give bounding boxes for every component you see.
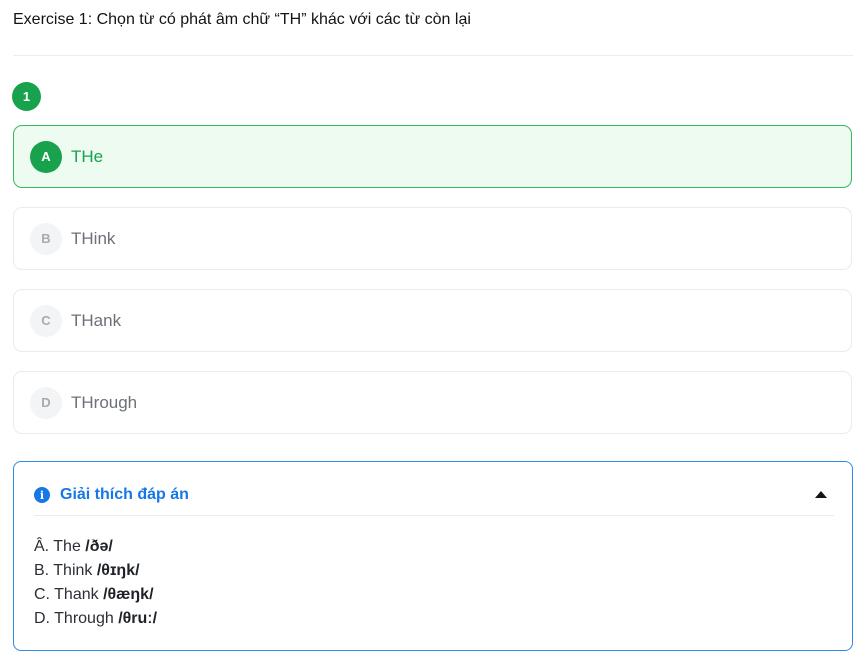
word-label: D. Through [34, 610, 119, 627]
explanation-line-d: D. Through /θruː/ [34, 607, 157, 631]
exercise-title: Exercise 1: Chọn từ có phát âm chữ “TH” … [13, 11, 471, 28]
header-divider [13, 55, 853, 56]
question-number-badge: 1 [12, 82, 41, 111]
explanation-divider [34, 515, 834, 516]
info-icon: i [34, 487, 50, 503]
option-text: THank [71, 310, 122, 330]
explanation-panel: i Giải thích đáp án Â. The /ðə/ B. Think… [13, 461, 853, 651]
option-letter: B [30, 222, 62, 255]
explanation-body: Â. The /ðə/ B. Think /θɪŋk/ C. Thank /θæ… [34, 535, 157, 631]
option-d[interactable]: D THrough [13, 371, 852, 434]
word-label: B. Think [34, 562, 97, 579]
explanation-title: Giải thích đáp án [60, 486, 189, 503]
option-letter: A [30, 140, 62, 173]
option-text: THe [71, 146, 104, 166]
option-c[interactable]: C THank [13, 289, 852, 352]
word-label: C. Thank [34, 586, 104, 603]
option-a[interactable]: A THe [13, 125, 852, 188]
option-b[interactable]: B THink [13, 207, 852, 270]
ipa-transcription: /ðə/ [85, 538, 113, 555]
explanation-line-a: Â. The /ðə/ [34, 535, 157, 559]
word-label: Â. The [34, 538, 86, 555]
ipa-transcription: /θɪŋk/ [96, 562, 140, 579]
explanation-line-c: C. Thank /θæŋk/ [34, 583, 157, 607]
option-text: THink [71, 228, 116, 248]
option-letter: C [30, 304, 62, 337]
ipa-transcription: /θruː/ [118, 610, 158, 627]
ipa-transcription: /θæŋk/ [103, 586, 154, 603]
option-letter: D [30, 386, 62, 419]
option-text: THrough [71, 392, 138, 412]
explanation-toggle[interactable]: i Giải thích đáp án [34, 484, 832, 506]
caret-up-icon[interactable] [815, 491, 827, 498]
explanation-line-b: B. Think /θɪŋk/ [34, 559, 157, 583]
